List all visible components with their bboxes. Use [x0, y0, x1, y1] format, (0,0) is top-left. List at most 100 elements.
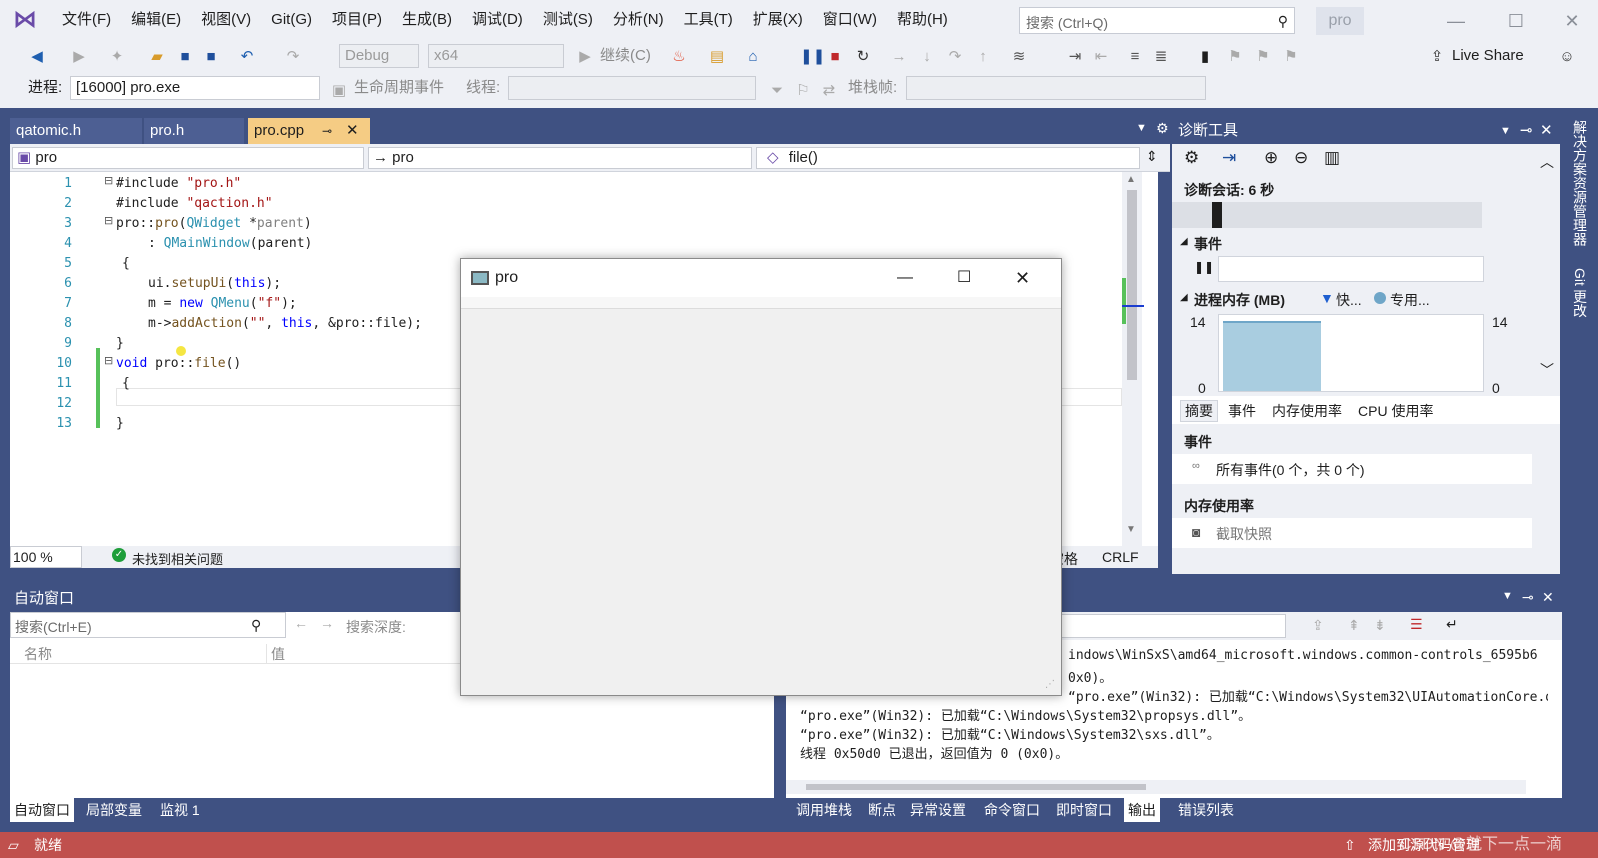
restart-icon[interactable]: ↻: [854, 48, 872, 66]
dropdown-icon[interactable]: ▼: [1502, 590, 1513, 602]
next-bookmark-icon[interactable]: ⚑: [1254, 48, 1272, 66]
solution-explorer-tab[interactable]: 解决方案资源管理器: [1570, 120, 1590, 246]
tab-pro-h[interactable]: pro.h: [144, 118, 244, 144]
menu-help[interactable]: 帮助(H): [887, 0, 958, 40]
close-panel-icon[interactable]: ✕: [1542, 589, 1554, 606]
feedback-icon[interactable]: ☺: [1558, 48, 1576, 66]
step-into-icon[interactable]: ↓: [918, 48, 936, 66]
break-all-icon[interactable]: ❚❚: [800, 48, 825, 66]
maximize-icon[interactable]: ☐: [957, 259, 971, 297]
tab-error-list[interactable]: 错误列表: [1174, 798, 1238, 822]
configuration-select[interactable]: Debug: [339, 44, 419, 68]
name-column-header[interactable]: 名称: [24, 644, 52, 664]
tab-memory-usage[interactable]: 内存使用率: [1272, 401, 1342, 421]
tab-watch-1[interactable]: 监视 1: [156, 798, 204, 822]
redo-icon[interactable]: ↷: [284, 48, 302, 66]
save-all-icon[interactable]: ■: [202, 48, 220, 66]
open-folder-icon[interactable]: ▰: [148, 48, 166, 66]
scroll-up-icon[interactable]: ▲: [1126, 174, 1136, 185]
tab-cpu-usage[interactable]: CPU 使用率: [1358, 401, 1433, 421]
minimize-icon[interactable]: —: [1436, 6, 1476, 36]
fold-icon[interactable]: ⊟: [104, 214, 113, 227]
pin-icon[interactable]: ⊸: [322, 118, 332, 144]
tab-locals[interactable]: 局部变量: [82, 798, 146, 822]
tab-summary[interactable]: 摘要: [1180, 400, 1218, 422]
menu-build[interactable]: 生成(B): [392, 0, 462, 40]
pin-icon[interactable]: ⊸: [1520, 118, 1533, 144]
comment-icon[interactable]: ≡: [1126, 48, 1144, 66]
minimize-icon[interactable]: —: [897, 259, 913, 297]
menu-view[interactable]: 视图(V): [191, 0, 261, 40]
tab-events[interactable]: 事件: [1228, 401, 1256, 421]
back-icon[interactable]: ◀: [28, 48, 46, 66]
pin-icon[interactable]: ⊸: [1522, 589, 1534, 606]
tab-immediate-window[interactable]: 即时窗口: [1052, 798, 1116, 822]
class-scope-select[interactable]: → pro: [368, 147, 752, 169]
close-panel-icon[interactable]: ✕: [1540, 118, 1553, 144]
scrollbar-thumb[interactable]: [806, 784, 1146, 790]
timeline-cursor[interactable]: [1212, 202, 1222, 228]
menu-project[interactable]: 项目(P): [322, 0, 392, 40]
fold-icon[interactable]: ⊟: [104, 354, 113, 367]
find-message-icon[interactable]: ⇪: [1312, 617, 1324, 634]
menu-edit[interactable]: 编辑(E): [121, 0, 191, 40]
tab-exception-settings[interactable]: 异常设置: [906, 798, 970, 822]
word-wrap-icon[interactable]: ↵: [1446, 616, 1458, 633]
filter-icon[interactable]: ⏷: [768, 82, 786, 100]
thread-select[interactable]: [508, 76, 756, 100]
process-select[interactable]: [16000] pro.exe: [70, 76, 320, 100]
indent-icon[interactable]: ⇥: [1066, 48, 1084, 66]
forward-icon[interactable]: ▶: [70, 48, 88, 66]
chart-icon[interactable]: ▥: [1324, 148, 1340, 168]
platform-select[interactable]: x64: [428, 44, 564, 68]
value-column-header[interactable]: 值: [266, 644, 285, 664]
tab-pro-cpp[interactable]: pro.cpp ⊸ ✕: [248, 118, 370, 144]
tab-overflow-icon[interactable]: ▼: [1136, 122, 1147, 134]
tab-output[interactable]: 输出: [1124, 798, 1160, 822]
find-in-files-icon[interactable]: ▤: [708, 48, 726, 66]
live-share-button[interactable]: Live Share: [1452, 44, 1524, 68]
menu-window[interactable]: 窗口(W): [813, 0, 887, 40]
stop-debugging-icon[interactable]: ■: [826, 48, 844, 66]
menu-debug[interactable]: 调试(D): [462, 0, 533, 40]
step-over-icon[interactable]: ↷: [946, 48, 964, 66]
git-changes-tab[interactable]: Git 更改: [1570, 268, 1590, 318]
timeline-bar[interactable]: [1172, 202, 1482, 228]
close-icon[interactable]: ✕: [1015, 259, 1030, 297]
menu-git[interactable]: Git(G): [261, 0, 322, 40]
autos-search-input[interactable]: 搜索(Ctrl+E) ⚲: [10, 612, 286, 638]
zoom-select[interactable]: 100 %: [10, 546, 82, 568]
outdent-icon[interactable]: ⇤: [1092, 48, 1110, 66]
menu-extensions[interactable]: 扩展(X): [743, 0, 813, 40]
all-events-row[interactable]: ∞ 所有事件(0 个，共 0 个): [1172, 454, 1532, 484]
hot-reload-icon[interactable]: ♨: [670, 48, 688, 66]
running-app-window[interactable]: pro — ☐ ✕ ⋰: [460, 258, 1062, 696]
split-editor-icon[interactable]: ⇕: [1146, 148, 1158, 165]
undo-icon[interactable]: ↶: [238, 48, 256, 66]
scroll-down-icon[interactable]: ﹀: [1540, 360, 1554, 380]
application-insights-icon[interactable]: ⌂: [744, 48, 762, 66]
tab-command-window[interactable]: 命令窗口: [980, 798, 1044, 822]
close-icon[interactable]: ✕: [1552, 6, 1592, 36]
scroll-down-icon[interactable]: ▼: [1126, 524, 1136, 535]
zoom-out-icon[interactable]: ⊖: [1294, 148, 1308, 168]
global-search-input[interactable]: 搜索 (Ctrl+Q) ⚲: [1019, 7, 1295, 34]
collapse-icon[interactable]: ◢: [1180, 236, 1188, 247]
save-icon[interactable]: ■: [176, 48, 194, 66]
show-threads-icon[interactable]: ⇄: [820, 82, 838, 100]
clear-all-icon[interactable]: ☰: [1410, 616, 1423, 633]
resize-grip-icon[interactable]: ⋰: [1045, 679, 1055, 690]
pause-icon[interactable]: ❚❚: [1194, 260, 1214, 274]
member-scope-select[interactable]: ◇ file(): [756, 147, 1140, 169]
app-menubar[interactable]: [461, 297, 1061, 309]
step-out-icon[interactable]: ↑: [974, 48, 992, 66]
threads-icon[interactable]: ≋: [1010, 48, 1028, 66]
bookmark-icon[interactable]: ▮: [1196, 48, 1214, 66]
settings-gear-icon[interactable]: ⚙: [1156, 120, 1169, 137]
menu-test[interactable]: 测试(S): [533, 0, 603, 40]
new-item-icon[interactable]: ✦: [108, 48, 126, 66]
stack-frame-select[interactable]: [906, 76, 1206, 100]
menu-analyze[interactable]: 分析(N): [603, 0, 674, 40]
dropdown-icon[interactable]: ▼: [1500, 118, 1511, 144]
editor-vertical-scrollbar[interactable]: ▲ ▼: [1122, 172, 1144, 546]
